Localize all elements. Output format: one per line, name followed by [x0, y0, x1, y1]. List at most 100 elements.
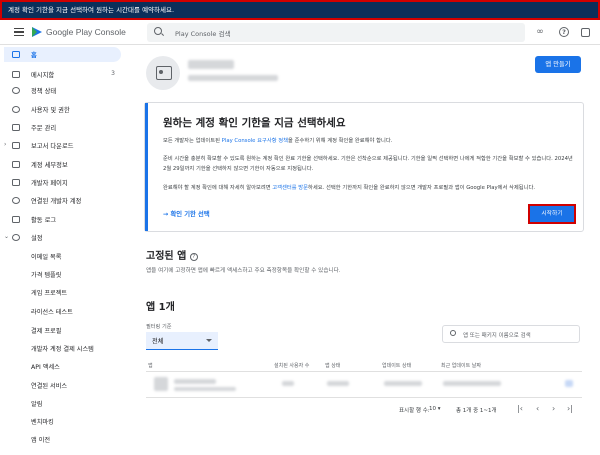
redacted-last-updated: [443, 381, 501, 386]
inbox-icon: [12, 71, 20, 78]
settings-sub-api-access[interactable]: API 액세스: [31, 362, 60, 371]
bag-icon[interactable]: [581, 28, 590, 37]
settings-sub-app-transfer[interactable]: 앱 이전: [31, 435, 50, 444]
sidebar-item-users[interactable]: 사용자 및 권한: [4, 102, 121, 117]
filter-value: 전체: [152, 338, 164, 345]
previous-page-icon[interactable]: ‹: [536, 404, 539, 413]
sidebar-item-label: 주문 관리: [31, 125, 57, 132]
redacted-developer-name: [188, 60, 234, 69]
card-accent: [145, 103, 148, 231]
column-header-app[interactable]: 앱: [148, 362, 153, 369]
column-header-installs[interactable]: 설치된 사용자 수: [274, 362, 309, 369]
sidebar-item-label: 계정 세부정보: [31, 162, 68, 169]
developer-avatar: [146, 56, 180, 90]
help-center-link[interactable]: 고객센터를 방문: [272, 185, 308, 191]
column-header-app-status[interactable]: 앱 상태: [325, 362, 340, 369]
search-placeholder: Play Console 검색: [175, 30, 231, 38]
card-paragraph-2: 준비 시간을 충분히 확보할 수 있도록 원하는 계정 확인 완료 기한을 선택…: [163, 156, 573, 172]
shield-icon: [12, 87, 20, 94]
redacted-update-status: [384, 381, 422, 386]
dropdown-arrow-icon: [206, 339, 212, 342]
home-icon: [12, 51, 20, 58]
pinned-apps-description: 앱을 여기에 고정하면 앱에 빠르게 액세스하고 주요 측정항목을 확인할 수 …: [146, 268, 341, 274]
link-icon[interactable]: ∞: [535, 27, 545, 37]
next-page-icon[interactable]: ›: [552, 404, 555, 413]
app-search-placeholder: 앱 또는 패키지 이름으로 검색: [463, 333, 531, 339]
card-icon: [12, 124, 20, 131]
redacted-app-name: [174, 379, 216, 384]
sidebar-item-label: 보고서 다운로드: [31, 143, 74, 150]
start-button[interactable]: 시작하기: [528, 204, 576, 224]
developer-page-icon: [12, 179, 20, 186]
play-console-logo-icon: [32, 27, 42, 37]
sidebar-item-label: 홈: [31, 52, 37, 59]
settings-sub-payments-profile[interactable]: 결제 프로필: [31, 326, 61, 335]
top-app-bar: Google Play Console Play Console 검색 ∞ ?: [0, 20, 600, 45]
gear-icon: [12, 234, 20, 241]
inbox-count-badge: 3: [111, 70, 115, 77]
rows-per-page-select[interactable]: 10 ▾: [429, 406, 441, 412]
verification-deadline-card: 원하는 계정 확인 기한을 지금 선택하세요 모든 개발자는 업데이트된 Pla…: [144, 102, 584, 232]
settings-sub-benchmarking[interactable]: 벤치마킹: [31, 417, 54, 426]
app-search-input[interactable]: 앱 또는 패키지 이름으로 검색: [442, 325, 580, 343]
table-divider: [146, 397, 582, 398]
settings-sub-pricing-templates[interactable]: 가격 템플릿: [31, 270, 61, 279]
settings-sub-developer-billing[interactable]: 개발자 계정 결제 시스템: [31, 344, 94, 353]
main-content: 앱 만들기 원하는 계정 확인 기한을 지금 선택하세요 모든 개발자는 업데이…: [124, 45, 600, 455]
linked-accounts-icon: [12, 197, 20, 204]
menu-icon[interactable]: [14, 28, 24, 36]
settings-sub-game-projects[interactable]: 게임 프로젝트: [31, 288, 67, 297]
sidebar-item-inbox[interactable]: 메시지함 3: [4, 67, 121, 82]
column-header-last-updated[interactable]: 최근 업데이트 날짜: [441, 362, 481, 369]
account-details-icon: [12, 161, 20, 168]
table-divider: [146, 371, 582, 372]
console-search-input[interactable]: Play Console 검색: [147, 23, 525, 42]
redacted-row-action: [565, 380, 573, 387]
create-app-button[interactable]: 앱 만들기: [535, 56, 581, 73]
sidebar-item-linked-accounts[interactable]: 연결된 개발자 계정: [4, 193, 121, 208]
sidebar-item-policy[interactable]: 정책 상태: [4, 83, 121, 98]
redacted-app-icon: [154, 377, 168, 391]
settings-sub-linked-services[interactable]: 연결된 서비스: [31, 381, 67, 390]
people-icon: [12, 106, 20, 113]
card-title: 원하는 계정 확인 기한을 지금 선택하세요: [163, 117, 346, 129]
sidebar-item-label: 정책 상태: [31, 88, 57, 95]
sidebar-item-label: 개발자 페이지: [31, 180, 68, 187]
filter-label: 필터링 기준: [146, 324, 172, 330]
last-page-icon[interactable]: ›|: [567, 404, 573, 413]
sidebar-item-activity-log[interactable]: 활동 로그: [4, 212, 121, 227]
sidebar-item-account-details[interactable]: 계정 세부정보: [4, 157, 121, 172]
sidebar-item-home[interactable]: 홈: [4, 47, 121, 62]
first-page-icon[interactable]: |‹: [517, 404, 523, 413]
card-paragraph-1: 모든 개발자는 업데이트된 Play Console 요구사항 정책을 준수하기…: [163, 138, 393, 144]
chevron-down-icon: ⌄: [4, 233, 10, 240]
sidebar-item-label: 연결된 개발자 계정: [31, 198, 82, 205]
sidebar-item-label: 설정: [31, 235, 43, 242]
sidebar-item-reports[interactable]: › 보고서 다운로드: [4, 138, 121, 153]
redacted-app-status: [327, 381, 349, 386]
arrow-right-icon: →: [163, 211, 169, 218]
sidebar-item-developer-page[interactable]: 개발자 페이지: [4, 175, 121, 190]
sidebar-item-label: 메시지함: [31, 72, 55, 79]
brand-name[interactable]: Google Play Console: [46, 27, 126, 37]
policy-link[interactable]: Play Console 요구사항 정책: [222, 138, 288, 144]
pagination-range: 총 1개 중 1~1개: [456, 408, 497, 414]
search-icon: [450, 330, 456, 336]
sidebar-item-orders[interactable]: 주문 관리: [4, 120, 121, 135]
verification-banner[interactable]: 계정 확인 기한을 지금 선택하여 원하는 시간대를 예약하세요.: [0, 0, 600, 20]
download-icon: [12, 142, 20, 149]
settings-sub-email-lists[interactable]: 이메일 목록: [31, 252, 61, 261]
info-icon[interactable]: ?: [189, 253, 198, 261]
app-filter-select[interactable]: 전체: [146, 332, 218, 350]
sidebar-item-settings[interactable]: ⌄ 설정: [4, 230, 121, 245]
chevron-right-icon: ›: [4, 141, 7, 148]
help-icon[interactable]: ?: [559, 27, 569, 37]
column-header-update-status[interactable]: 업데이트 상태: [382, 362, 411, 369]
settings-sub-license-testing[interactable]: 라이선스 테스트: [31, 307, 73, 316]
redacted-installs: [282, 381, 294, 386]
sidebar-item-label: 활동 로그: [31, 217, 57, 224]
sidebar-item-label: 사용자 및 권한: [31, 107, 70, 114]
redacted-package-name: [174, 387, 236, 391]
settings-sub-notifications[interactable]: 알림: [31, 399, 42, 408]
select-deadline-link[interactable]: → 확인 기한 선택: [163, 209, 210, 218]
